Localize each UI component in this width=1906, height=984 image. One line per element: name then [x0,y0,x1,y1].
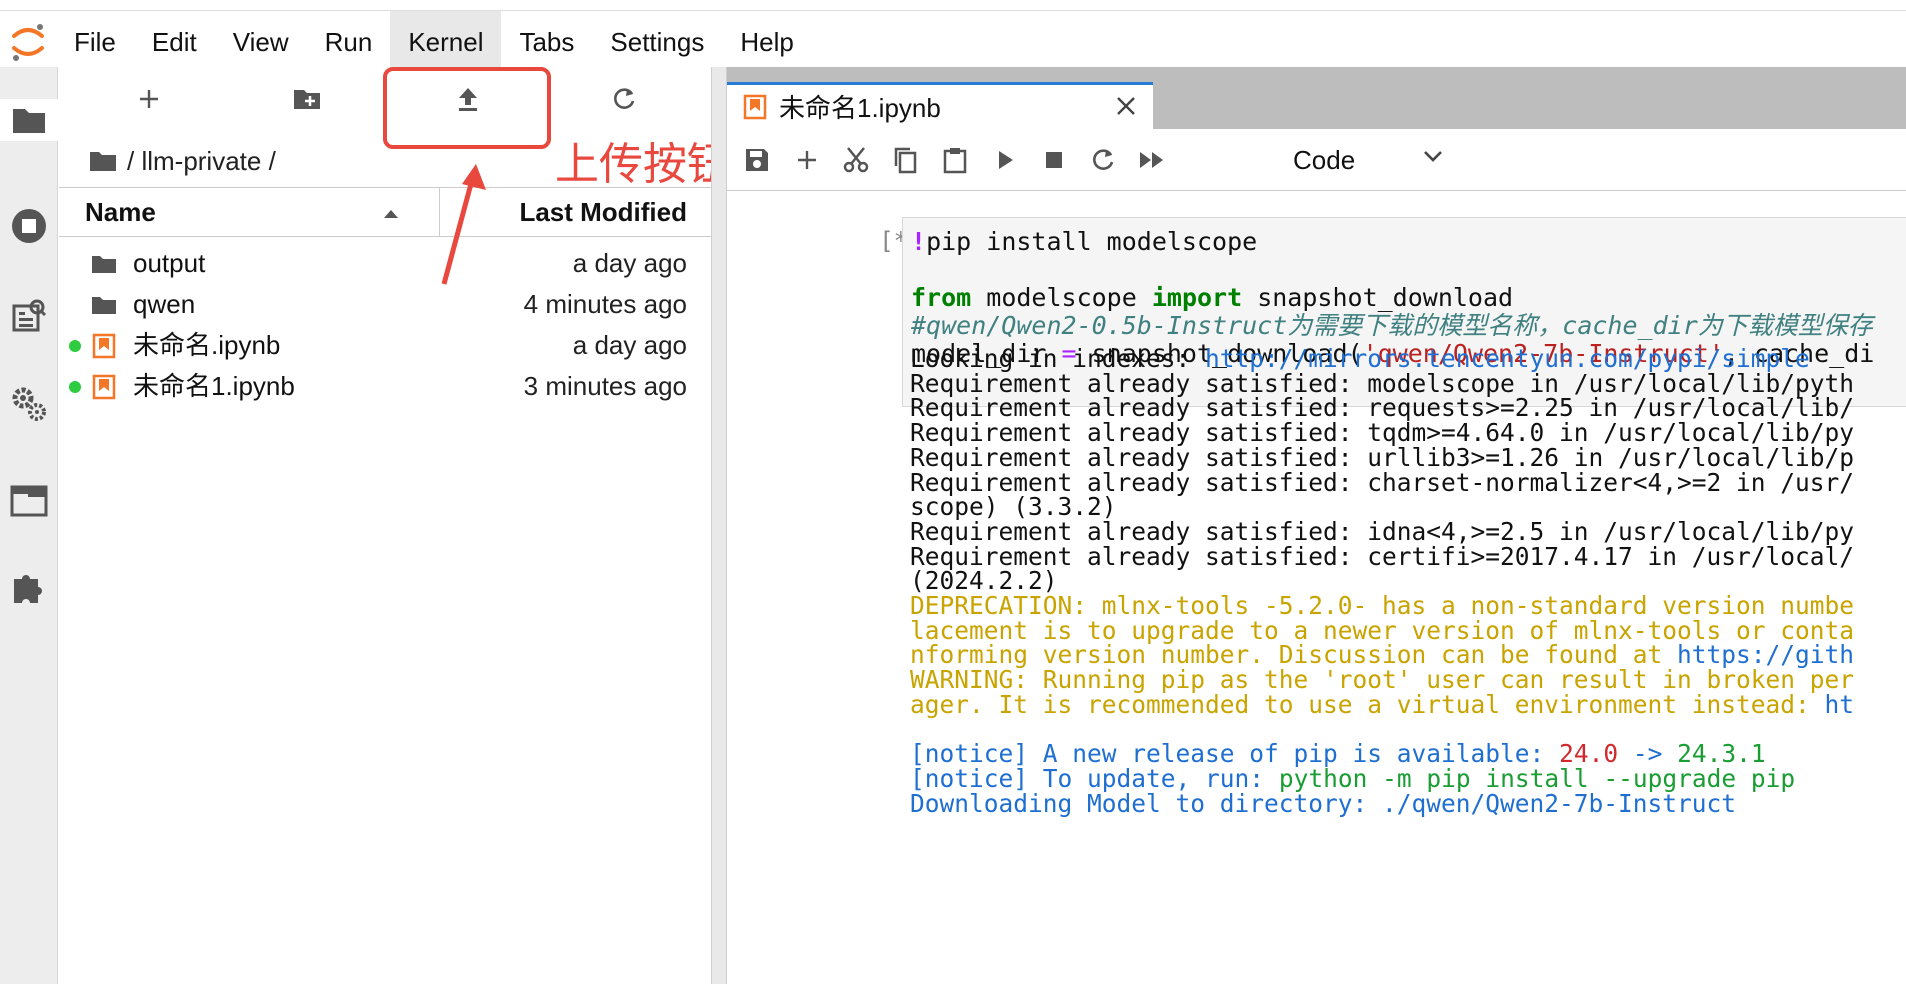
file-row-notebook-1[interactable]: 未命名1.ipynb 3 minutes ago [59,362,711,410]
cut-icon[interactable] [840,144,872,176]
folder-icon [89,249,119,279]
jupyter-logo[interactable] [0,11,56,73]
notebook-icon [89,372,119,402]
tab-notebook[interactable]: 未命名1.ipynb [727,82,1153,132]
fast-forward-icon[interactable] [1136,144,1168,176]
copy-icon[interactable] [889,144,921,176]
running-icon[interactable] [8,205,50,247]
tabs-icon[interactable] [8,480,50,522]
running-indicator [69,381,81,393]
file-modified: 3 minutes ago [523,371,687,401]
menu-file[interactable]: File [56,11,134,73]
property-inspector-icon[interactable] [8,295,50,337]
tab-title: 未命名1.ipynb [779,93,941,123]
folder-icon[interactable] [89,150,117,172]
refresh-button[interactable] [594,81,654,121]
save-icon[interactable] [741,144,773,176]
close-icon[interactable] [1115,95,1137,122]
annotation-arrow-icon [430,160,490,295]
cell-type-select[interactable]: Code [1293,141,1355,179]
menu-view[interactable]: View [215,11,307,73]
paste-icon[interactable] [939,144,971,176]
restart-icon[interactable] [1087,144,1119,176]
refresh-icon [611,86,637,117]
file-name: 未命名1.ipynb [133,371,295,401]
notebook-icon [89,331,119,361]
menu-tabs[interactable]: Tabs [501,11,592,73]
tab-bar: 未命名1.ipynb [727,67,1906,132]
gear-icon[interactable] [8,383,50,425]
new-folder-icon [292,87,322,116]
folder-icon [89,290,119,320]
column-name[interactable]: Name [85,188,156,236]
annotation-label: 上传按钮 [555,139,731,190]
activity-sidebar [0,67,58,984]
plus-icon [138,88,160,115]
sort-ascending-icon[interactable] [383,206,399,224]
menu-bar: File Edit View Run Kernel Tabs Settings … [0,10,1906,73]
annotation-highlight-box [383,67,551,149]
stop-icon[interactable] [1038,144,1070,176]
menu-kernel[interactable]: Kernel [390,10,502,73]
panel-splitter[interactable] [711,67,727,984]
menu-edit[interactable]: Edit [134,11,215,73]
notebook-icon [743,94,767,125]
folder-icon[interactable] [0,99,58,141]
new-folder-button[interactable] [277,81,337,121]
file-browser-panel: / llm-private / Name Last Modified outpu… [59,67,711,984]
notebook-toolbar: Code [727,129,1906,191]
breadcrumb: / llm-private / [89,143,276,179]
notebook-area: 未命名1.ipynb Code !pip install modelscope … [727,67,1906,984]
breadcrumb-path[interactable]: / llm-private / [127,146,276,177]
menu-help[interactable]: Help [722,11,811,73]
menu-settings[interactable]: Settings [592,11,722,73]
column-last-modified[interactable]: Last Modified [519,188,687,236]
file-list-header: Name Last Modified [59,187,711,237]
chevron-down-icon[interactable] [1423,149,1443,168]
cell-output: Looking in indexes: http://mirrors.tence… [910,344,1855,818]
run-icon[interactable] [989,144,1021,176]
jupyterlab-window: File Edit View Run Kernel Tabs Settings … [0,0,1906,984]
menu-run[interactable]: Run [307,11,391,73]
plus-icon[interactable] [791,144,823,176]
new-launcher-button[interactable] [119,81,179,121]
running-indicator [69,340,81,352]
extension-icon[interactable] [8,567,50,609]
